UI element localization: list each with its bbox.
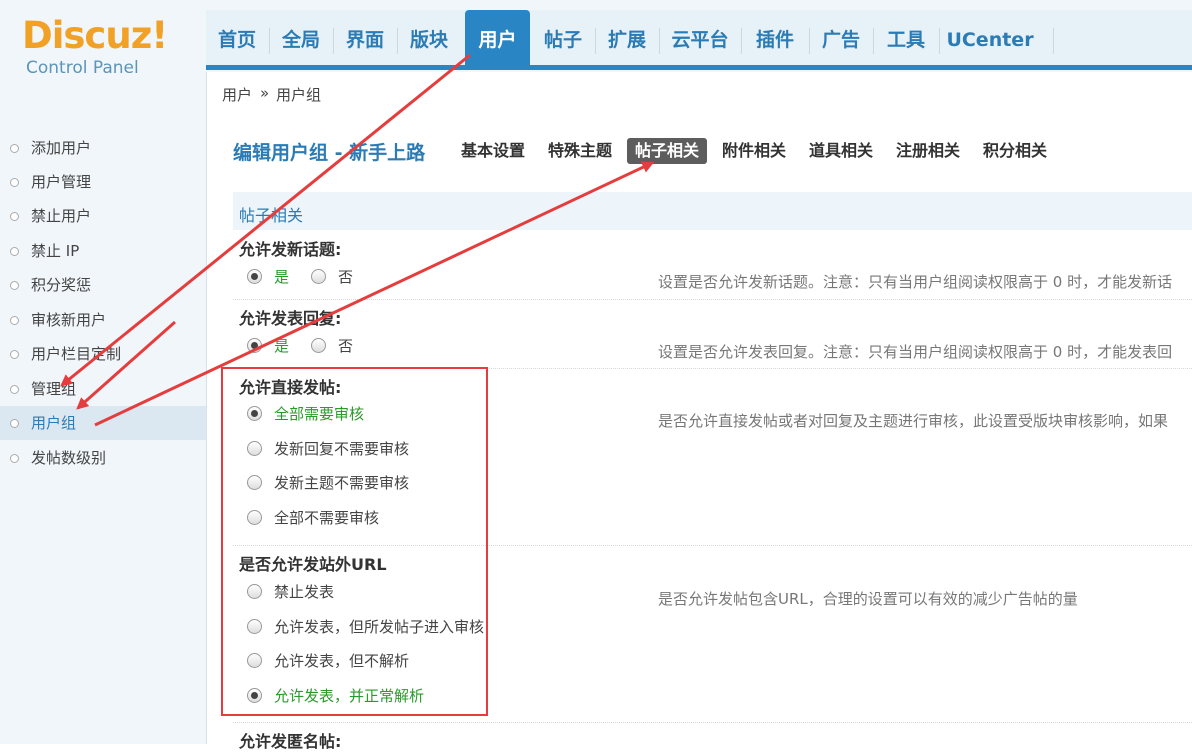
bullet-icon	[10, 212, 19, 221]
logo-subtitle: Control Panel	[26, 58, 139, 78]
sidebar-item-user-manage[interactable]: 用户管理	[0, 165, 206, 199]
sidebar-item-user-groups[interactable]: 用户组	[0, 406, 206, 440]
nav-ads[interactable]: 广告	[810, 10, 872, 65]
setting-hint-direct-post: 是否允许直接发帖或者对回复及主题进行审核，此设置受版块审核影响，如果	[658, 412, 1169, 430]
nav-interface[interactable]: 界面	[334, 10, 396, 65]
setting-label-new-thread: 允许发新话题:	[239, 240, 342, 259]
radio-checked-icon	[247, 338, 262, 353]
bullet-icon	[10, 178, 19, 187]
bullet-icon	[10, 350, 19, 359]
sidebar-item-credits[interactable]: 积分奖惩	[0, 268, 206, 302]
bullet-icon	[10, 281, 19, 290]
breadcrumb-separator: »	[260, 84, 270, 102]
radio-icon	[247, 584, 262, 599]
radio-icon	[247, 510, 262, 525]
sidebar-item-admin-groups[interactable]: 管理组	[0, 372, 206, 406]
tab-basic[interactable]: 基本设置	[453, 138, 533, 164]
breadcrumb-root[interactable]: 用户	[222, 84, 252, 105]
setting-hint-reply: 设置是否允许发表回复。注意：只有当用户组阅读权限高于 0 时，才能发表回	[658, 343, 1173, 361]
sidebar-item-ban-ip[interactable]: 禁止 IP	[0, 234, 206, 268]
tab-register[interactable]: 注册相关	[888, 138, 968, 164]
logo: Discuz! Control Panel	[22, 14, 202, 94]
page-title: 编辑用户组 - 新手上路	[233, 142, 426, 164]
radio-icon	[247, 475, 262, 490]
nav-global[interactable]: 全局	[270, 10, 332, 65]
radio-icon	[247, 441, 262, 456]
section-heading: 帖子相关	[233, 192, 1192, 230]
setting-hint-new-thread: 设置是否允许发新话题。注意：只有当用户组阅读权限高于 0 时，才能发新话	[658, 273, 1173, 291]
sidebar-item-profile-fields[interactable]: 用户栏目定制	[0, 337, 206, 371]
bullet-icon	[10, 247, 19, 256]
nav-extend[interactable]: 扩展	[596, 10, 658, 65]
bullet-icon	[10, 144, 19, 153]
bullet-icon	[10, 419, 19, 428]
tab-magic[interactable]: 道具相关	[801, 138, 881, 164]
bullet-icon	[10, 316, 19, 325]
nav-cloud[interactable]: 云平台	[660, 10, 740, 65]
nav-tools[interactable]: 工具	[874, 10, 938, 65]
setting-label-external-url: 是否允许发站外URL	[239, 555, 387, 574]
radio-checked-icon	[247, 269, 262, 284]
tab-attachments[interactable]: 附件相关	[714, 138, 794, 164]
setting-hint-external-url: 是否允许发帖包含URL，合理的设置可以有效的减少广告帖的量	[658, 590, 1078, 608]
tab-post[interactable]: 帖子相关	[627, 138, 708, 164]
logo-brand: Discuz!	[22, 14, 168, 57]
setting-label-direct-post: 允许直接发帖:	[239, 378, 342, 397]
nav-ucenter[interactable]: UCenter	[940, 10, 1040, 65]
tab-credits[interactable]: 积分相关	[975, 138, 1055, 164]
sidebar: 添加用户 用户管理 禁止用户 禁止 IP 积分奖惩 审核新用户 用户栏目定制 管…	[0, 110, 207, 744]
sidebar-item-ban-user[interactable]: 禁止用户	[0, 199, 206, 233]
nav-forums[interactable]: 版块	[398, 10, 460, 65]
breadcrumb: 用户 » 用户组	[206, 72, 1192, 110]
radio-icon	[247, 653, 262, 668]
nav-plugins[interactable]: 插件	[742, 10, 808, 65]
breadcrumb-current: 用户组	[276, 86, 322, 104]
sidebar-item-add-user[interactable]: 添加用户	[0, 131, 206, 165]
main-content: 编辑用户组 - 新手上路 基本设置 特殊主题 帖子相关 附件相关 道具相关 注册…	[207, 110, 1192, 751]
radio-icon	[247, 619, 262, 634]
nav-threads[interactable]: 帖子	[532, 10, 594, 65]
sidebar-item-moderate-users[interactable]: 审核新用户	[0, 303, 206, 337]
radio-icon	[311, 269, 326, 284]
bullet-icon	[10, 454, 19, 463]
radio-checked-icon	[247, 688, 262, 703]
radio-icon	[311, 338, 326, 353]
top-nav: 首页 全局 界面 版块 用户 帖子 扩展 云平台 插件 广告 工具 UCente…	[206, 10, 1192, 70]
header: Discuz! Control Panel 首页 全局 界面 版块 用户 帖子 …	[0, 0, 1192, 110]
tab-special-threads[interactable]: 特殊主题	[540, 138, 620, 164]
radio-checked-icon	[247, 406, 262, 421]
setting-label-reply: 允许发表回复:	[239, 309, 342, 328]
sidebar-item-post-levels[interactable]: 发帖数级别	[0, 441, 206, 475]
bullet-icon	[10, 385, 19, 394]
nav-users[interactable]: 用户	[465, 10, 530, 65]
setting-label-anonymous: 允许发匿名帖:	[239, 732, 342, 751]
nav-home[interactable]: 首页	[206, 10, 268, 65]
